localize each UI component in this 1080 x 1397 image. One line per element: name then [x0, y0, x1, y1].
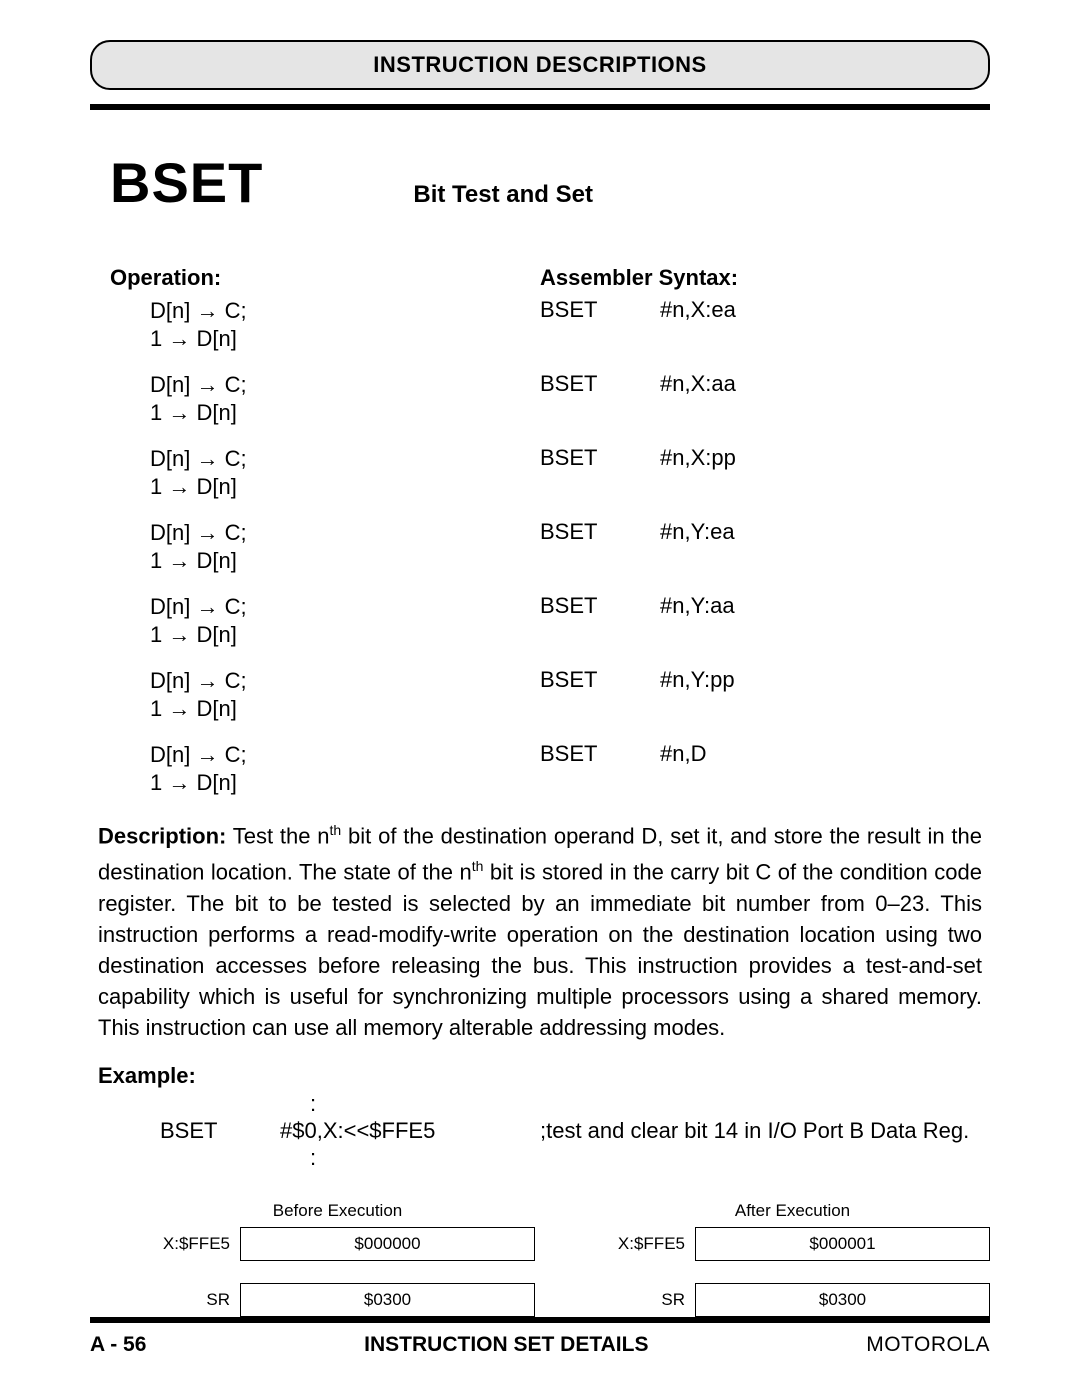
syntax-mnem: BSET: [540, 371, 660, 427]
footer-brand: MOTOROLA: [866, 1333, 990, 1357]
op-row: D[n] → C; 1 → D[n] BSET #n,Y:ea: [110, 519, 990, 575]
example-colon: :: [310, 1091, 990, 1117]
syntax-args: #n,X:pp: [660, 445, 736, 501]
syntax-mnem: BSET: [540, 519, 660, 575]
example-colon: :: [310, 1145, 990, 1171]
operation-cell: D[n] → C; 1 → D[n]: [110, 519, 540, 575]
reg-row: X:$FFE5 $000000: [140, 1227, 535, 1261]
columns-header: Operation: Assembler Syntax:: [110, 265, 990, 291]
page-number: A - 56: [90, 1333, 146, 1357]
op-row: D[n] → C; 1 → D[n] BSET #n,D: [110, 741, 990, 797]
syntax-cell: BSET #n,Y:pp: [540, 667, 990, 723]
syntax-cell: BSET #n,X:aa: [540, 371, 990, 427]
syntax-args: #n,Y:ea: [660, 519, 735, 575]
superscript: th: [472, 858, 484, 874]
syntax-args: #n,Y:aa: [660, 593, 735, 649]
reg-label: X:$FFE5: [595, 1234, 695, 1254]
syntax-mnem: BSET: [540, 297, 660, 353]
syntax-mnem: BSET: [540, 667, 660, 723]
operation-cell: D[n] → C; 1 → D[n]: [110, 593, 540, 649]
op-line: D[n] → C;: [150, 297, 540, 325]
op-line: 1 → D[n]: [150, 547, 540, 575]
op-line: D[n] → C;: [150, 667, 540, 695]
desc-text: bit is stored in the carry bit C of the …: [98, 860, 982, 1040]
superscript: th: [330, 822, 342, 838]
footer-section: INSTRUCTION SET DETAILS: [364, 1333, 648, 1357]
reg-value: $0300: [240, 1283, 535, 1317]
section-header: INSTRUCTION DESCRIPTIONS: [90, 40, 990, 90]
syntax-cell: BSET #n,X:pp: [540, 445, 990, 501]
before-label: Before Execution: [140, 1201, 535, 1221]
op-line: 1 → D[n]: [150, 325, 540, 353]
reg-row: SR $0300: [140, 1283, 535, 1317]
example-mnem: BSET: [160, 1117, 280, 1145]
op-line: 1 → D[n]: [150, 399, 540, 427]
example-line: BSET #$0,X:<<$FFE5 ;test and clear bit 1…: [160, 1117, 990, 1145]
reg-label: X:$FFE5: [140, 1234, 240, 1254]
header-rule: [90, 104, 990, 110]
instruction-mnemonic: BSET: [110, 150, 263, 215]
operation-cell: D[n] → C; 1 → D[n]: [110, 297, 540, 353]
op-line: 1 → D[n]: [150, 473, 540, 501]
reg-label: SR: [595, 1290, 695, 1310]
assembler-header: Assembler Syntax:: [540, 265, 990, 291]
syntax-mnem: BSET: [540, 593, 660, 649]
syntax-cell: BSET #n,X:ea: [540, 297, 990, 353]
syntax-cell: BSET #n,Y:aa: [540, 593, 990, 649]
reg-row: SR $0300: [595, 1283, 990, 1317]
op-line: D[n] → C;: [150, 519, 540, 547]
after-label: After Execution: [595, 1201, 990, 1221]
reg-row: X:$FFE5 $000001: [595, 1227, 990, 1261]
reg-value: $000000: [240, 1227, 535, 1261]
op-line: 1 → D[n]: [150, 695, 540, 723]
operation-header: Operation:: [110, 265, 540, 291]
op-row: D[n] → C; 1 → D[n] BSET #n,X:aa: [110, 371, 990, 427]
syntax-mnem: BSET: [540, 741, 660, 797]
footer-rule: [90, 1317, 990, 1323]
reg-value: $000001: [695, 1227, 990, 1261]
footer-row: A - 56 INSTRUCTION SET DETAILS MOTOROLA: [90, 1333, 990, 1357]
syntax-args: #n,X:ea: [660, 297, 736, 353]
page-footer: A - 56 INSTRUCTION SET DETAILS MOTOROLA: [90, 1317, 990, 1357]
section-title: INSTRUCTION DESCRIPTIONS: [373, 52, 706, 77]
op-line: D[n] → C;: [150, 593, 540, 621]
syntax-args: #n,X:aa: [660, 371, 736, 427]
op-row: D[n] → C; 1 → D[n] BSET #n,Y:pp: [110, 667, 990, 723]
op-row: D[n] → C; 1 → D[n] BSET #n,X:ea: [110, 297, 990, 353]
reg-value: $0300: [695, 1283, 990, 1317]
instruction-title: Bit Test and Set: [413, 181, 593, 209]
operation-cell: D[n] → C; 1 → D[n]: [110, 445, 540, 501]
syntax-mnem: BSET: [540, 445, 660, 501]
example-label: Example:: [98, 1063, 990, 1089]
op-line: 1 → D[n]: [150, 621, 540, 649]
op-line: D[n] → C;: [150, 371, 540, 399]
op-line: 1 → D[n]: [150, 769, 540, 797]
syntax-args: #n,D: [660, 741, 706, 797]
example-block: : BSET #$0,X:<<$FFE5 ;test and clear bit…: [160, 1091, 990, 1171]
example-comment: ;test and clear bit 14 in I/O Port B Dat…: [540, 1117, 990, 1145]
desc-text: Test the n: [226, 823, 329, 848]
op-row: D[n] → C; 1 → D[n] BSET #n,X:pp: [110, 445, 990, 501]
syntax-args: #n,Y:pp: [660, 667, 735, 723]
operation-cell: D[n] → C; 1 → D[n]: [110, 667, 540, 723]
page: INSTRUCTION DESCRIPTIONS BSET Bit Test a…: [0, 0, 1080, 1397]
description: Description: Test the nth bit of the des…: [98, 815, 982, 1043]
op-row: D[n] → C; 1 → D[n] BSET #n,Y:aa: [110, 593, 990, 649]
operation-cell: D[n] → C; 1 → D[n]: [110, 741, 540, 797]
example-operand: #$0,X:<<$FFE5: [280, 1117, 540, 1145]
reg-label: SR: [140, 1290, 240, 1310]
op-line: D[n] → C;: [150, 741, 540, 769]
operation-cell: D[n] → C; 1 → D[n]: [110, 371, 540, 427]
title-row: BSET Bit Test and Set: [110, 150, 990, 215]
op-line: D[n] → C;: [150, 445, 540, 473]
syntax-cell: BSET #n,Y:ea: [540, 519, 990, 575]
description-label: Description:: [98, 823, 226, 848]
syntax-cell: BSET #n,D: [540, 741, 990, 797]
